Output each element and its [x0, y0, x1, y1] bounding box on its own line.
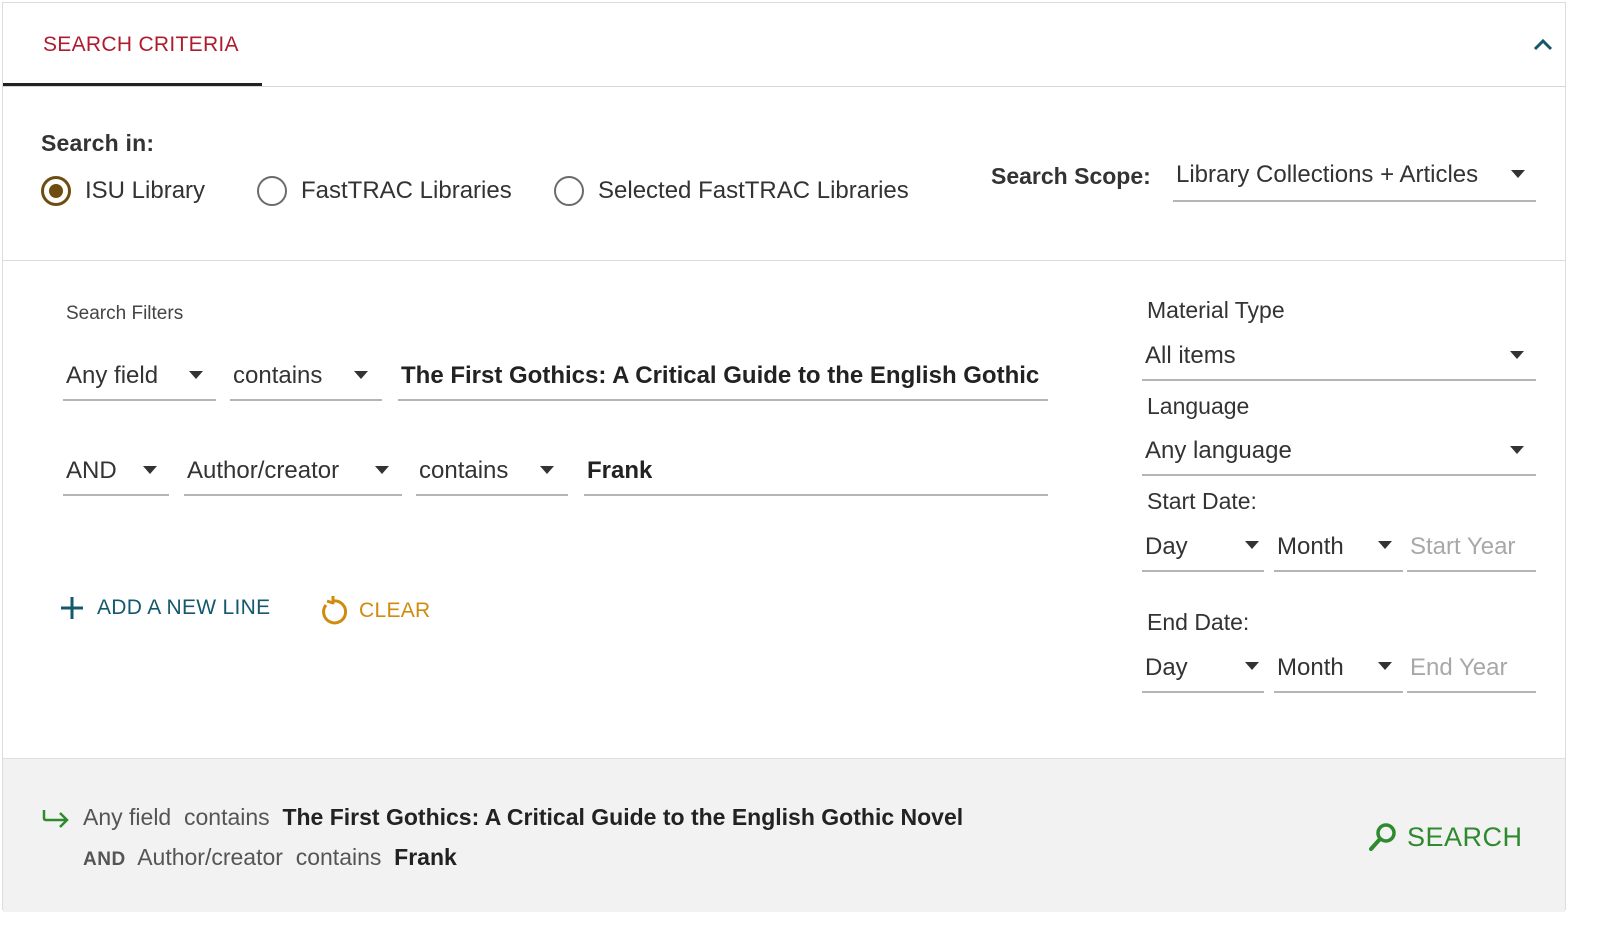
language-label: Language [1147, 393, 1250, 419]
caret-down-icon [1245, 662, 1259, 670]
row1-operator-select[interactable]: contains [230, 359, 382, 401]
search-criteria-panel: SEARCH CRITERIA Search in: ISU Library F… [2, 2, 1566, 912]
start-year-placeholder: Start Year [1410, 533, 1516, 560]
query-summary-bar: Any field contains The First Gothics: A … [3, 758, 1565, 912]
caret-down-icon [375, 466, 389, 474]
row2-operator-select[interactable]: contains [416, 454, 568, 496]
caret-down-icon [1510, 446, 1524, 454]
caret-down-icon [1378, 662, 1392, 670]
start-date-label: Start Date: [1147, 488, 1257, 514]
row1-operator-value: contains [233, 362, 323, 389]
material-type-label: Material Type [1147, 297, 1285, 323]
search-scope-label: Search Scope: [991, 163, 1151, 189]
caret-down-icon [1510, 351, 1524, 359]
radio-fasttrac-libraries[interactable]: FastTRAC Libraries [257, 173, 512, 209]
radio-unchecked-icon [554, 176, 584, 206]
summary-operator: contains [295, 844, 382, 870]
summary-value: Frank [394, 844, 457, 870]
end-month-value: Month [1277, 654, 1344, 681]
summary-line-1: Any field contains The First Gothics: A … [83, 804, 963, 831]
header-divider [3, 86, 1565, 87]
summary-operator: contains [184, 804, 270, 830]
radio-isu-library[interactable]: ISU Library [41, 173, 205, 209]
plus-icon [61, 597, 83, 619]
row1-search-value: The First Gothics: A Critical Guide to t… [401, 362, 1046, 389]
row1-field-select[interactable]: Any field [63, 359, 216, 401]
end-year-placeholder: End Year [1410, 654, 1508, 681]
start-day-value: Day [1145, 533, 1188, 560]
add-new-line-label: ADD A NEW LINE [97, 596, 271, 619]
material-type-value: All items [1145, 342, 1236, 369]
summary-field: Author/creator [137, 844, 283, 870]
add-new-line-button[interactable]: ADD A NEW LINE [59, 595, 270, 621]
start-month-value: Month [1277, 533, 1344, 560]
search-filters-label: Search Filters [66, 303, 184, 324]
search-in-label: Search in: [41, 130, 155, 156]
row2-field-select[interactable]: Author/creator [184, 454, 402, 496]
summary-boolean: AND [83, 849, 126, 870]
caret-down-icon [540, 466, 554, 474]
row2-operator-value: contains [419, 457, 509, 484]
start-month-select[interactable]: Month [1274, 530, 1403, 572]
section-divider [3, 260, 1565, 261]
caret-down-icon [1245, 541, 1259, 549]
end-month-select[interactable]: Month [1274, 651, 1403, 693]
radio-checked-icon [41, 176, 71, 206]
search-label: SEARCH [1407, 821, 1523, 852]
radio-label: FastTRAC Libraries [301, 177, 512, 204]
row2-boolean-select[interactable]: AND [63, 454, 169, 496]
search-scope-select[interactable]: Library Collections + Articles [1173, 158, 1536, 202]
summary-field: Any field [83, 804, 172, 830]
row1-search-input[interactable]: The First Gothics: A Critical Guide to t… [398, 359, 1048, 401]
caret-down-icon [354, 371, 368, 379]
search-icon [1369, 823, 1396, 851]
end-year-input[interactable]: End Year [1407, 651, 1536, 693]
language-select[interactable]: Any language [1142, 434, 1536, 476]
reset-icon [322, 596, 348, 625]
clear-label: CLEAR [359, 599, 431, 622]
collapse-button[interactable] [1531, 33, 1555, 57]
search-button[interactable]: SEARCH [1367, 821, 1523, 853]
radio-label: Selected FastTRAC Libraries [598, 177, 909, 204]
language-value: Any language [1145, 437, 1292, 464]
caret-down-icon [1378, 541, 1392, 549]
start-year-input[interactable]: Start Year [1407, 530, 1536, 572]
caret-down-icon [189, 371, 203, 379]
row2-search-input[interactable]: Frank [584, 454, 1048, 496]
tab-search-criteria[interactable]: SEARCH CRITERIA [43, 33, 239, 57]
radio-selected-fasttrac-libraries[interactable]: Selected FastTRAC Libraries [554, 173, 909, 209]
row2-search-value: Frank [587, 457, 653, 484]
clear-button[interactable]: CLEAR [317, 595, 431, 627]
radio-label: ISU Library [85, 177, 206, 204]
end-date-label: End Date: [1147, 609, 1250, 635]
start-day-select[interactable]: Day [1142, 530, 1264, 572]
end-day-select[interactable]: Day [1142, 651, 1264, 693]
row2-field-value: Author/creator [187, 457, 340, 484]
summary-line-2: AND Author/creator contains Frank [83, 844, 457, 871]
radio-unchecked-icon [257, 176, 287, 206]
row2-boolean-value: AND [66, 457, 117, 484]
row1-field-value: Any field [66, 362, 159, 389]
search-scope-value: Library Collections + Articles [1176, 161, 1479, 188]
summary-value: The First Gothics: A Critical Guide to t… [282, 804, 964, 830]
caret-down-icon [143, 466, 157, 474]
caret-down-icon [1511, 170, 1525, 178]
arrow-right-icon [42, 810, 69, 828]
chevron-up-icon [1533, 38, 1553, 51]
material-type-select[interactable]: All items [1142, 339, 1536, 381]
end-day-value: Day [1145, 654, 1188, 681]
